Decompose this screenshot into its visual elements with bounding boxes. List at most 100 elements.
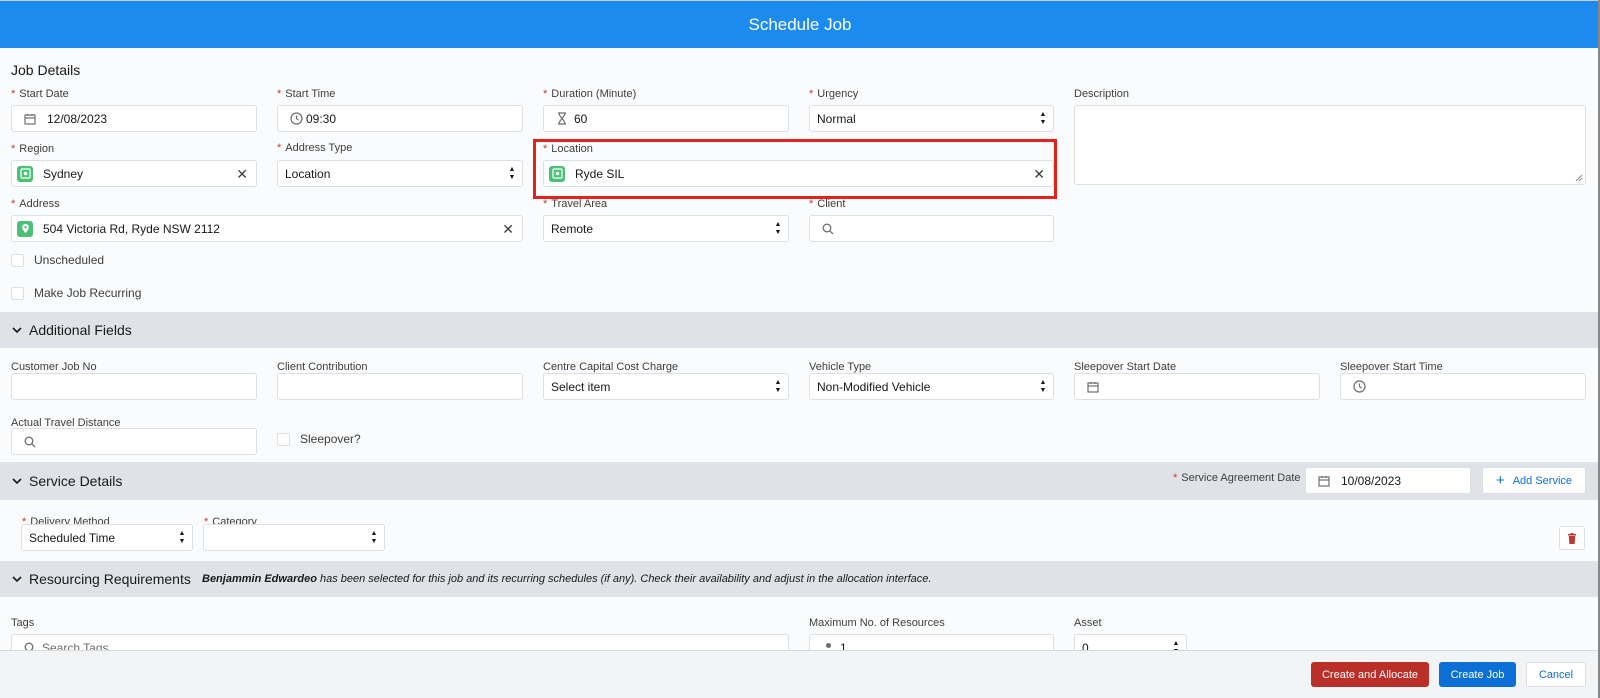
address-value: 504 Victoria Rd, Ryde NSW 2112 [43, 221, 220, 236]
centre-capital-label: Centre Capital Cost Charge [543, 361, 679, 373]
asset-stepper[interactable]: 0 ▲▼ [1074, 634, 1187, 650]
start-time-label: * Start Time [277, 88, 336, 100]
additional-fields-section-header[interactable]: Additional Fields [0, 312, 1600, 348]
resourcing-title: Resourcing Requirements [29, 571, 191, 587]
modal-header: Schedule Job [0, 0, 1600, 48]
stepper-arrows-icon[interactable]: ▲▼ [1172, 639, 1180, 650]
clock-icon [1351, 379, 1367, 395]
select-arrows-icon: ▲ ▼ [1039, 379, 1047, 394]
duration-value: 60 [574, 111, 588, 126]
search-icon [22, 434, 38, 450]
category-select[interactable]: ▲ ▼ [203, 524, 385, 551]
service-agreement-date-value: 10/08/2023 [1341, 473, 1402, 488]
unscheduled-checkbox-row[interactable]: Unscheduled [11, 253, 104, 267]
service-agreement-date-input[interactable]: 10/08/2023 [1305, 467, 1471, 494]
clear-location-icon[interactable]: ✕ [1033, 166, 1045, 183]
search-icon [820, 221, 836, 237]
delivery-method-value: Scheduled Time [29, 530, 116, 545]
location-lookup[interactable]: Ryde SIL ✕ [543, 160, 1054, 187]
delivery-method-select[interactable]: Scheduled Time ▲ ▼ [21, 524, 193, 551]
sleepover-start-date-input[interactable] [1074, 373, 1320, 400]
calendar-icon [22, 111, 38, 127]
select-arrows-icon: ▲ ▼ [1039, 111, 1047, 126]
vehicle-type-value: Non-Modified Vehicle [817, 379, 931, 394]
asset-value: 0 [1082, 640, 1089, 651]
tags-search-input[interactable]: Search Tags [11, 634, 789, 650]
service-details-title: Service Details [29, 473, 123, 489]
resourcing-section-header[interactable]: Resourcing Requirements Benjammin Edward… [0, 561, 1600, 597]
add-service-button[interactable]: + Add Service [1482, 467, 1586, 494]
location-record-icon [549, 165, 565, 182]
region-label: * Region [11, 143, 55, 155]
resize-handle-icon[interactable] [1575, 174, 1583, 182]
start-time-field[interactable]: 09:30 [277, 105, 523, 132]
max-resources-input[interactable]: 1 [809, 634, 1054, 650]
travel-area-select[interactable]: Remote ▲ ▼ [543, 215, 789, 242]
address-type-select[interactable]: Location ▲ ▼ [277, 160, 523, 187]
select-arrows-icon: ▲ ▼ [508, 166, 516, 181]
urgency-label: * Urgency [809, 88, 859, 100]
select-arrows-icon: ▲ ▼ [774, 379, 782, 394]
start-date-field[interactable]: 12/08/2023 [11, 105, 257, 132]
sleepover-start-date-label: Sleepover Start Date [1074, 361, 1177, 373]
start-time-value: 09:30 [306, 111, 337, 126]
clock-icon [288, 111, 304, 127]
description-label: Description [1074, 88, 1130, 100]
delete-service-button[interactable] [1559, 526, 1585, 550]
address-type-value: Location [285, 166, 331, 181]
additional-fields-title: Additional Fields [29, 322, 132, 338]
calendar-icon [1316, 473, 1332, 489]
tags-placeholder: Search Tags [42, 640, 109, 651]
location-record-icon [17, 165, 33, 182]
clear-region-icon[interactable]: ✕ [236, 166, 248, 183]
vehicle-type-select[interactable]: Non-Modified Vehicle ▲ ▼ [809, 373, 1054, 400]
modal-footer: Create and Allocate Create Job Cancel [0, 650, 1600, 698]
max-resources-label: Maximum No. of Resources [809, 617, 945, 629]
actual-travel-distance-lookup[interactable] [11, 428, 257, 455]
unscheduled-checkbox[interactable] [11, 253, 24, 267]
duration-label: * Duration (Minute) [543, 88, 637, 100]
centre-capital-value: Select item [551, 379, 611, 394]
recurring-checkbox-row[interactable]: Make Job Recurring [11, 286, 141, 300]
trash-icon [1568, 532, 1576, 544]
chevron-down-icon[interactable] [11, 324, 23, 336]
modal-body[interactable]: Job Details * Start Date * Start Time * Dur… [0, 48, 1600, 650]
max-resources-value: 1 [840, 640, 847, 651]
sleepover-start-time-input[interactable] [1340, 373, 1586, 400]
resourcing-message: Benjammin Edwardeo has been selected for… [202, 573, 932, 585]
hourglass-icon [554, 111, 570, 127]
service-agreement-date-label: * Service Agreement Date [1173, 472, 1301, 484]
sleepover-checkbox-row[interactable]: Sleepover? [277, 432, 361, 446]
create-and-allocate-button[interactable]: Create and Allocate [1311, 662, 1429, 687]
calendar-icon [1085, 379, 1101, 395]
centre-capital-select[interactable]: Select item ▲ ▼ [543, 373, 789, 400]
chevron-down-icon[interactable] [11, 573, 23, 585]
customer-job-no-input[interactable] [11, 373, 257, 400]
resourcing-person: Benjammin Edwardeo [202, 573, 317, 585]
travel-area-value: Remote [551, 221, 594, 236]
customer-job-no-label: Customer Job No [11, 361, 97, 373]
recurring-checkbox[interactable] [11, 286, 24, 300]
select-arrows-icon: ▲ ▼ [370, 530, 378, 545]
asset-label: Asset [1074, 617, 1102, 629]
client-contribution-input[interactable] [277, 373, 523, 400]
cancel-button[interactable]: Cancel [1526, 662, 1586, 687]
service-details-section-header[interactable]: Service Details * Service Agreement Date … [0, 462, 1600, 500]
sleepover-checkbox[interactable] [277, 432, 290, 446]
location-value: Ryde SIL [575, 166, 625, 181]
description-textarea[interactable] [1074, 105, 1586, 185]
address-lookup[interactable]: 504 Victoria Rd, Ryde NSW 2112 ✕ [11, 215, 523, 242]
create-job-button[interactable]: Create Job [1439, 662, 1516, 687]
region-value: Sydney [43, 166, 84, 181]
clear-address-icon[interactable]: ✕ [502, 221, 514, 238]
duration-field[interactable]: 60 [543, 105, 789, 132]
client-contribution-label: Client Contribution [277, 361, 368, 373]
sleepover-label: Sleepover? [300, 432, 361, 446]
urgency-select[interactable]: Normal ▲ ▼ [809, 105, 1054, 132]
recurring-label: Make Job Recurring [34, 286, 142, 300]
select-arrows-icon: ▲ ▼ [774, 221, 782, 236]
client-lookup[interactable] [809, 215, 1054, 242]
start-date-label: * Start Date [11, 88, 69, 100]
chevron-down-icon[interactable] [11, 475, 23, 487]
region-lookup[interactable]: Sydney ✕ [11, 160, 257, 187]
